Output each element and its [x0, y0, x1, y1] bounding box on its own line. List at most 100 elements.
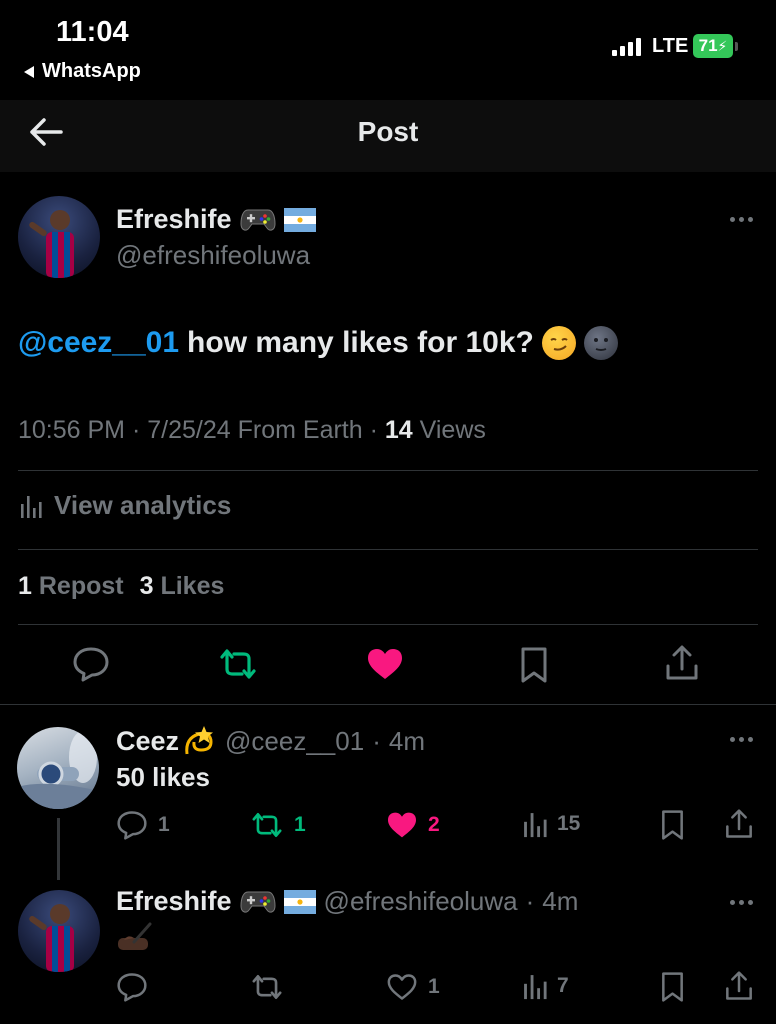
battery-level: 71	[698, 36, 718, 55]
repost-count: 1	[18, 572, 32, 600]
post-body: @ceez__01 how many likes for 10k?	[18, 326, 618, 360]
reply-views-button[interactable]: 7	[523, 972, 569, 1000]
gamepad-icon	[240, 889, 276, 915]
views-count: 15	[557, 812, 581, 835]
thread-connector	[57, 818, 60, 880]
repost-icon	[250, 811, 284, 839]
more-options-icon[interactable]	[730, 737, 753, 742]
reply-repost-button[interactable]	[250, 973, 284, 1001]
views-count: 7	[557, 974, 569, 997]
argentina-flag-icon	[283, 207, 316, 232]
reply-reply-button[interactable]	[116, 972, 148, 1002]
more-options-icon[interactable]	[730, 217, 753, 222]
reply-avatar[interactable]	[18, 890, 100, 972]
likes-count: 3	[139, 572, 154, 600]
likes-label: Likes	[160, 572, 225, 600]
divider	[18, 549, 758, 550]
like-count: 2	[428, 813, 440, 836]
post-text: how many likes for 10k?	[187, 326, 534, 359]
reply-share-button[interactable]	[724, 970, 754, 1002]
reply-count: 1	[158, 813, 170, 836]
divider	[18, 470, 758, 471]
reply-bookmark-button[interactable]	[660, 971, 685, 1003]
divider	[18, 624, 758, 625]
bookmark-icon	[660, 971, 685, 1003]
like-count: 1	[428, 975, 440, 998]
new-moon-face-emoji-icon	[583, 326, 618, 360]
repost-icon	[250, 973, 284, 1001]
back-to-app-link[interactable]: WhatsApp	[24, 60, 141, 83]
views-count: 14	[384, 416, 413, 444]
page-title: Post	[357, 116, 419, 147]
engagement-counts: 1 Repost 3 Likes	[18, 572, 224, 601]
back-app-label: WhatsApp	[42, 60, 141, 82]
share-icon	[724, 970, 754, 1002]
bookmark-button[interactable]	[519, 646, 549, 684]
analytics-icon	[20, 494, 42, 518]
gamepad-icon	[240, 207, 276, 233]
repost-icon	[218, 647, 258, 681]
writing-hand-emoji-icon	[116, 922, 154, 952]
reply-views-button[interactable]: 15	[523, 810, 580, 838]
network-type: LTE	[652, 35, 689, 57]
likes-count-link[interactable]: 3 Likes	[140, 572, 225, 601]
heart-filled-icon	[366, 647, 404, 681]
reply-share-button[interactable]	[724, 808, 754, 840]
reply-name-row: Ceez @ceez__01 · 4m	[116, 724, 425, 758]
reply-icon	[72, 646, 110, 682]
divider	[0, 704, 776, 705]
post-date: 7/25/24	[147, 416, 231, 444]
top-header: Post	[0, 100, 776, 172]
author-handle[interactable]: @efreshifeoluwa	[116, 240, 310, 271]
reply-author-handle[interactable]: @ceez__01	[225, 726, 364, 757]
analytics-label: View analytics	[54, 490, 232, 520]
back-triangle-icon	[24, 65, 34, 78]
post-time: 10:56 PM	[18, 416, 126, 444]
reply-like-button[interactable]: 2	[386, 811, 440, 839]
repost-count: 1	[294, 813, 306, 836]
dizzy-emoji-icon	[181, 724, 217, 758]
reply-button[interactable]	[72, 646, 110, 682]
reply-author-name[interactable]: Efreshife	[116, 886, 232, 917]
analytics-icon	[523, 972, 547, 1000]
author-avatar[interactable]	[18, 196, 100, 278]
battery-icon: 71 ⚡	[693, 34, 739, 58]
reply-age: 4m	[388, 725, 425, 756]
share-icon	[664, 644, 700, 682]
heart-filled-icon	[386, 811, 418, 839]
bookmark-icon	[519, 646, 549, 684]
views-label: Views	[419, 416, 486, 444]
mention-link[interactable]: @ceez__01	[18, 326, 179, 360]
repost-count-link[interactable]: 1 Repost	[18, 572, 124, 601]
reply-age: 4m	[542, 886, 579, 916]
reply-like-button[interactable]: 1	[386, 973, 440, 1001]
like-button[interactable]	[366, 647, 404, 681]
reply-repost-button[interactable]: 1	[250, 811, 306, 839]
reply-author-name[interactable]: Ceez	[116, 726, 179, 757]
reply-author-handle[interactable]: @efreshifeoluwa	[324, 886, 518, 917]
reply-icon	[116, 810, 148, 840]
status-bar: 11:04 WhatsApp LTE 71 ⚡	[0, 0, 776, 100]
author-name-row: Efreshife	[116, 204, 316, 235]
reply-icon	[116, 972, 148, 1002]
analytics-icon	[523, 810, 547, 838]
bookmark-icon	[660, 809, 685, 841]
argentina-flag-icon	[283, 889, 316, 914]
share-icon	[724, 808, 754, 840]
more-options-icon[interactable]	[730, 900, 753, 905]
reply-text: 50 likes	[116, 762, 210, 792]
smirk-emoji-icon	[541, 326, 576, 360]
view-analytics-button[interactable]: View analytics	[20, 490, 231, 521]
signal-icon	[612, 38, 641, 56]
post-meta: 10:56 PM · 7/25/24 From Earth · 14 Views	[18, 416, 486, 444]
repost-button[interactable]	[218, 647, 258, 681]
reply-name-row: Efreshife @efreshifeoluwa · 4m	[116, 886, 579, 917]
reply-avatar[interactable]	[17, 727, 99, 809]
reply-bookmark-button[interactable]	[660, 809, 685, 841]
reply-reply-button[interactable]: 1	[116, 810, 170, 840]
repost-label: Repost	[38, 572, 124, 600]
post-location: From Earth	[237, 416, 363, 444]
share-button[interactable]	[664, 644, 700, 682]
heart-outline-icon	[386, 973, 418, 1001]
author-name[interactable]: Efreshife	[116, 204, 232, 235]
